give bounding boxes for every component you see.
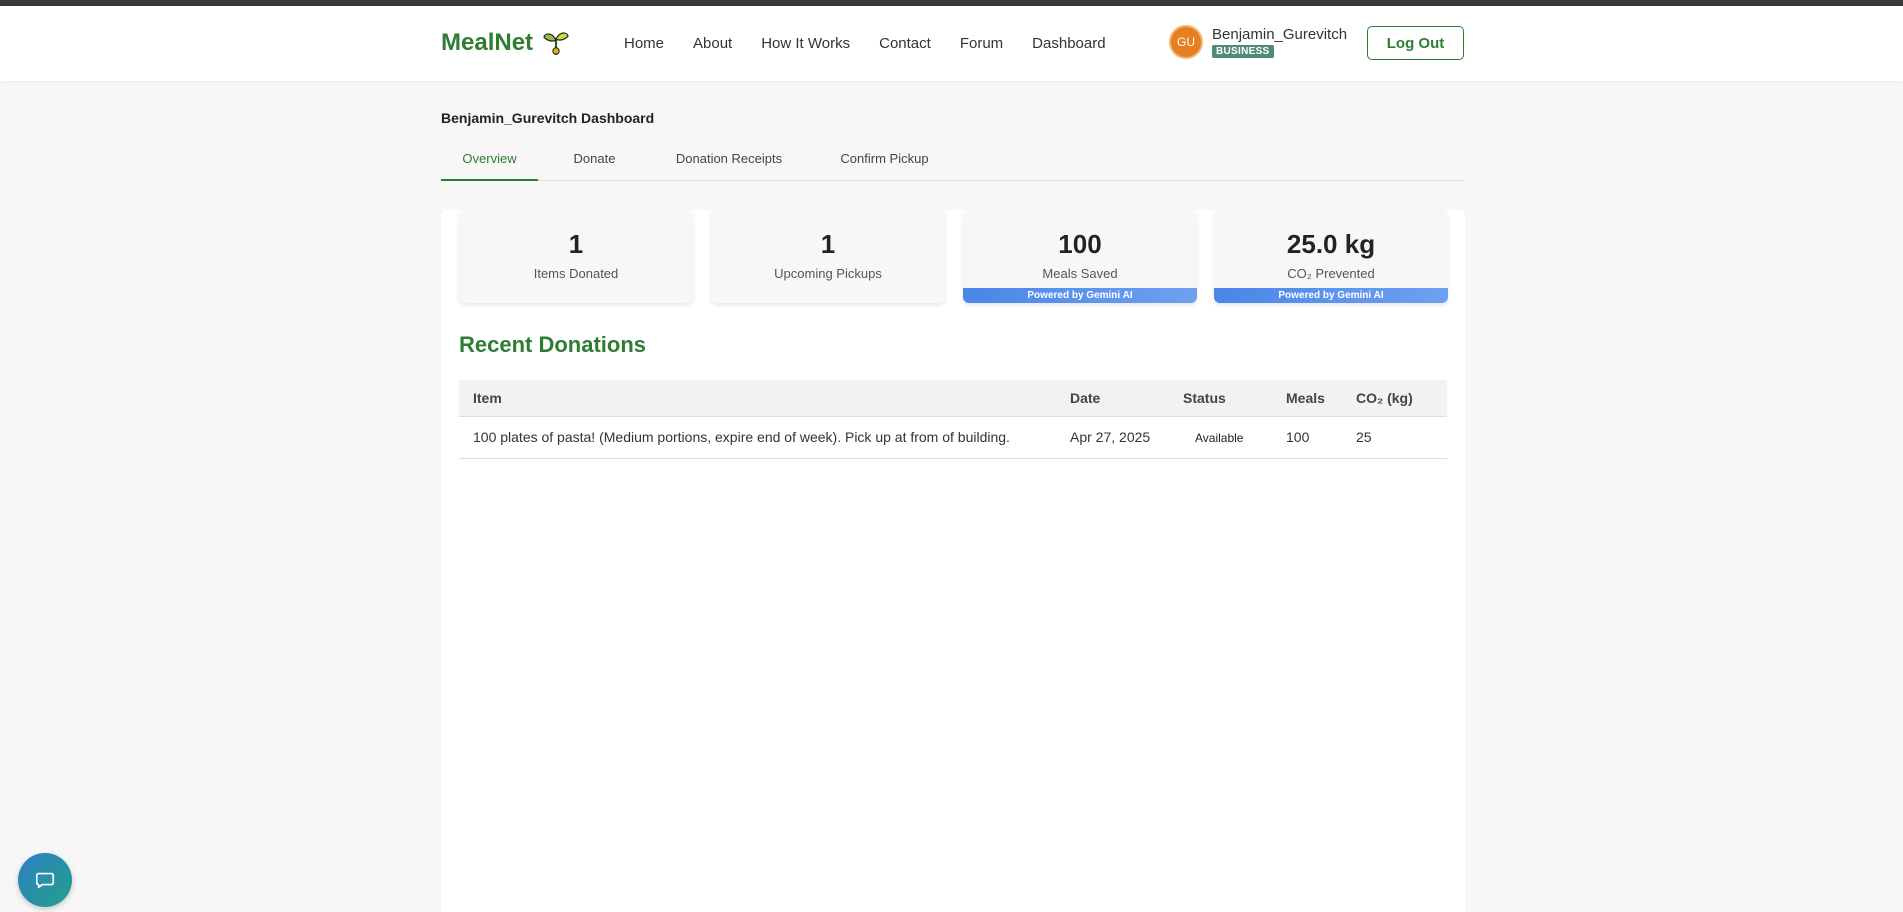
tab-donation-receipts[interactable]: Donation Receipts	[651, 143, 807, 181]
avatar: GU	[1169, 25, 1203, 59]
column-header-meals: Meals	[1286, 380, 1356, 417]
main-nav: Home About How It Works Contact Forum Da…	[624, 35, 1135, 52]
stat-label: Items Donated	[533, 266, 619, 281]
page-title: Benjamin_Gurevitch Dashboard	[441, 110, 655, 126]
stat-card-meals-saved: 100 Meals Saved Powered by Gemini AI	[963, 210, 1197, 303]
status-badge: Available	[1195, 431, 1244, 445]
donation-date-cell: Apr 27, 2025	[1070, 416, 1183, 459]
stat-value: 1	[820, 229, 836, 259]
nav-dashboard-link[interactable]: Dashboard	[1032, 35, 1105, 52]
overview-panel: 1 Items Donated 1 Upcoming Pickups 100 M…	[441, 210, 1465, 912]
stat-card-items-donated: 1 Items Donated	[459, 210, 693, 303]
stat-value: 1	[568, 229, 584, 259]
donation-co2-cell: 25	[1356, 416, 1447, 459]
sprout-icon	[543, 32, 569, 55]
nav-how-it-works-link[interactable]: How It Works	[761, 35, 850, 52]
donation-meals-cell: 100	[1286, 416, 1356, 459]
tab-donate[interactable]: Donate	[538, 143, 651, 181]
stat-value: 100	[1058, 229, 1102, 259]
gemini-powered-banner: Powered by Gemini AI	[1214, 288, 1448, 303]
stat-label: Meals Saved	[1042, 266, 1118, 281]
stat-label: Upcoming Pickups	[774, 266, 882, 281]
tab-confirm-pickup[interactable]: Confirm Pickup	[807, 143, 962, 181]
nav-contact-link[interactable]: Contact	[879, 35, 931, 52]
column-header-date: Date	[1070, 380, 1183, 417]
dashboard-tabs: Overview Donate Donation Receipts Confir…	[441, 143, 1465, 181]
stat-label: CO₂ Prevented	[1287, 266, 1375, 281]
nav-home-link[interactable]: Home	[624, 35, 664, 52]
table-row[interactable]: 100 plates of pasta! (Medium portions, e…	[459, 416, 1447, 459]
column-header-status: Status	[1183, 380, 1286, 417]
donation-status-cell: Available	[1183, 416, 1286, 459]
tab-overview[interactable]: Overview	[441, 143, 538, 181]
stat-card-upcoming-pickups: 1 Upcoming Pickups	[711, 210, 945, 303]
brand-name: MealNet	[441, 29, 534, 56]
navbar: MealNet Home About How It Works Contact …	[0, 6, 1903, 81]
user-profile[interactable]: GU Benjamin_Gurevitch BUSINESS	[1169, 25, 1347, 59]
table-header-row: Item Date Status Meals CO₂ (kg)	[459, 380, 1447, 417]
chat-bubble-icon	[35, 872, 55, 889]
user-info: Benjamin_Gurevitch BUSINESS	[1212, 26, 1347, 58]
stat-value: 25.0 kg	[1286, 229, 1376, 259]
chat-button[interactable]	[18, 853, 72, 907]
brand-logo[interactable]: MealNet	[441, 28, 571, 58]
recent-donations-title: Recent Donations	[459, 332, 647, 357]
donation-item-cell: 100 plates of pasta! (Medium portions, e…	[459, 416, 1070, 459]
stat-card-co2-prevented: 25.0 kg CO₂ Prevented Powered by Gemini …	[1214, 210, 1448, 303]
gemini-powered-banner: Powered by Gemini AI	[963, 288, 1197, 303]
logout-button[interactable]: Log Out	[1367, 26, 1464, 60]
recent-donations-table: Item Date Status Meals CO₂ (kg) 100 plat…	[459, 380, 1447, 459]
account-type-badge: BUSINESS	[1212, 45, 1274, 58]
column-header-co2: CO₂ (kg)	[1356, 380, 1447, 417]
nav-about-link[interactable]: About	[693, 35, 732, 52]
nav-forum-link[interactable]: Forum	[960, 35, 1003, 52]
column-header-item: Item	[459, 380, 1070, 417]
user-name: Benjamin_Gurevitch	[1212, 26, 1348, 43]
